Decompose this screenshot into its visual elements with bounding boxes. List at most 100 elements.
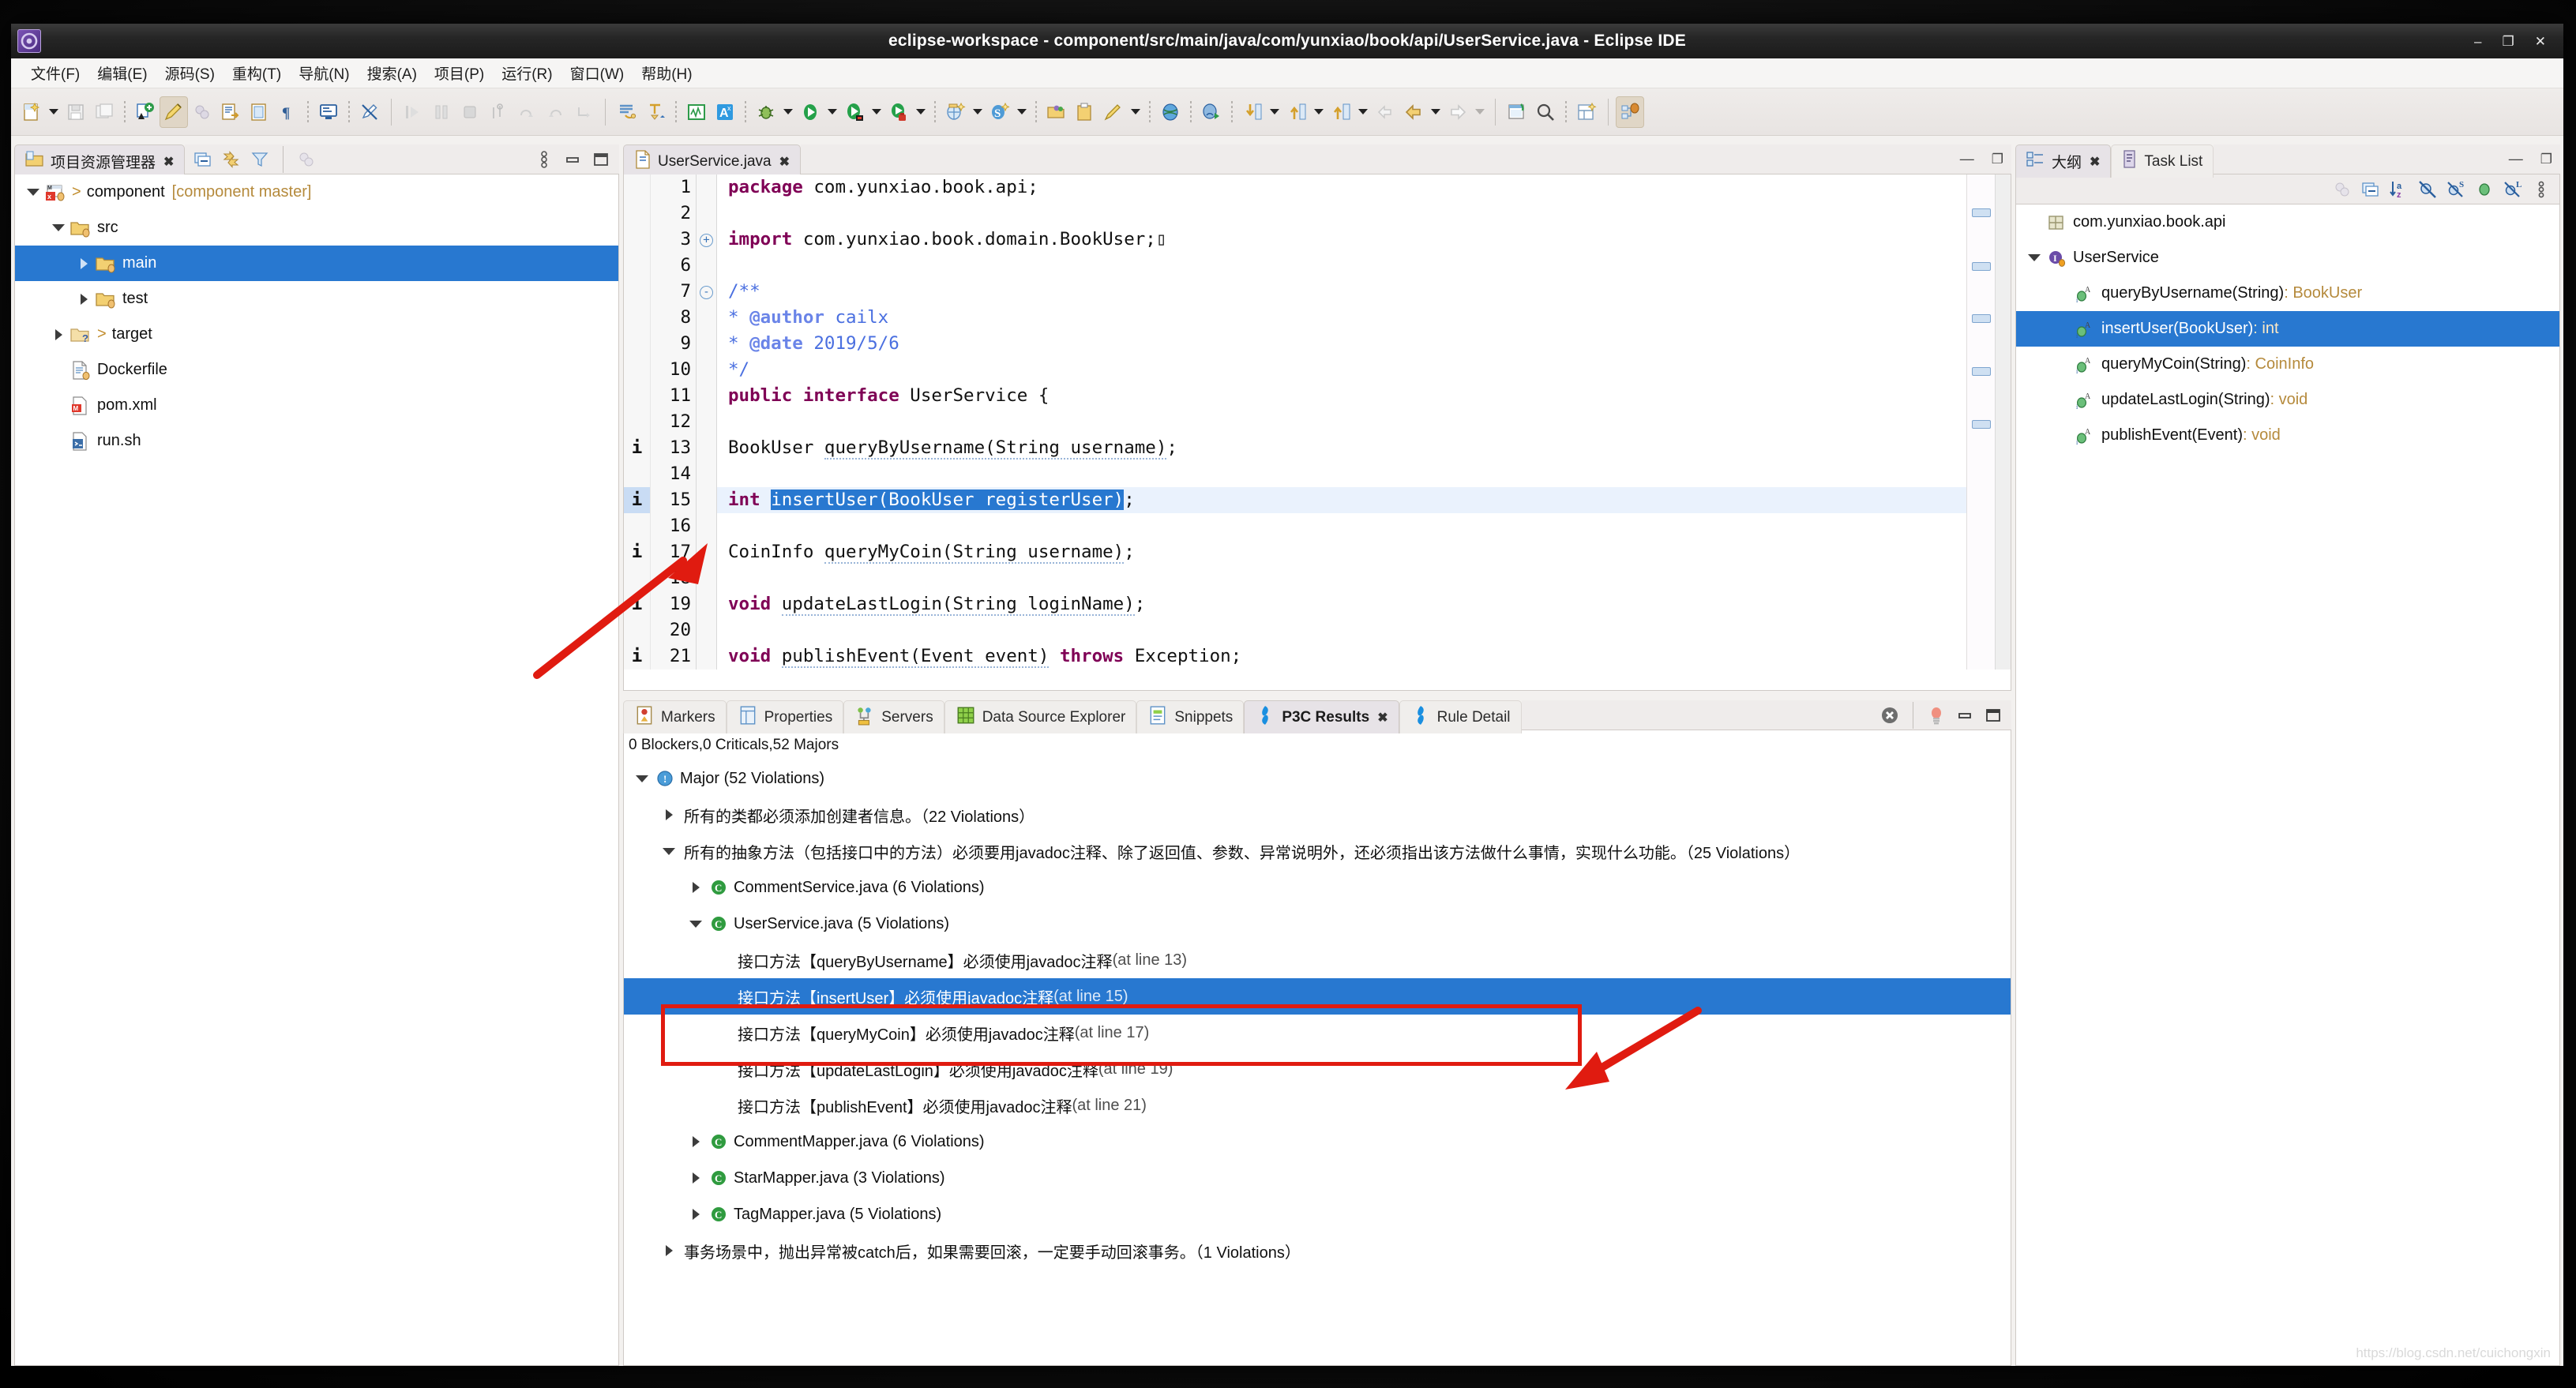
code-line[interactable] bbox=[717, 409, 1966, 435]
show-whitespace-icon[interactable]: ¶ bbox=[273, 96, 302, 128]
outline-item[interactable]: I UserService bbox=[2016, 240, 2559, 276]
next-annotation-icon[interactable] bbox=[613, 96, 641, 128]
hide-static-icon[interactable]: S bbox=[2443, 177, 2469, 202]
code-line[interactable] bbox=[717, 253, 1966, 279]
maximize-view-icon[interactable] bbox=[1981, 703, 2006, 728]
tab-outline[interactable]: 大纲 ✖ bbox=[2015, 144, 2112, 178]
close-icon[interactable]: ✖ bbox=[2090, 154, 2100, 170]
explorer-tree-item[interactable]: ? > target bbox=[15, 317, 618, 352]
outline-item[interactable]: Ai queryMyCoin(String) : CoinInfo bbox=[2016, 347, 2559, 382]
violation-tree-item[interactable]: C StarMapper.java (3 Violations) bbox=[624, 1160, 2011, 1196]
run-external-tools-icon[interactable] bbox=[884, 96, 913, 128]
debug-icon[interactable] bbox=[752, 96, 780, 128]
debug-dropdown-icon[interactable] bbox=[780, 96, 796, 128]
tab-servers[interactable]: Servers bbox=[843, 700, 944, 733]
new-wizard-icon[interactable] bbox=[17, 96, 46, 128]
violation-tree-item[interactable]: 接口方法【updateLastLogin】必须使用javadoc注释 (at l… bbox=[624, 1051, 2011, 1087]
view-menu-icon[interactable] bbox=[2529, 177, 2554, 202]
outline-item[interactable]: Ai queryByUsername(String) : BookUser bbox=[2016, 276, 2559, 311]
restore-button[interactable]: ❐ bbox=[2503, 35, 2514, 48]
violation-tree-item[interactable]: 所有的抽象方法（包括接口中的方法）必须要用javadoc注释、除了返回值、参数、… bbox=[624, 833, 2011, 869]
upload-icon[interactable] bbox=[1327, 96, 1355, 128]
javadoc-marker-icon[interactable]: i bbox=[624, 487, 650, 513]
outline-item[interactable]: Ai updateLastLogin(String) : void bbox=[2016, 382, 2559, 418]
violation-tree-item[interactable]: 接口方法【queryMyCoin】必须使用javadoc注释 (at line … bbox=[624, 1015, 2011, 1051]
fold-toggle-icon[interactable]: - bbox=[697, 279, 716, 305]
explorer-tree-item[interactable]: x M > component [component master] bbox=[15, 174, 618, 210]
run-coverage-icon[interactable] bbox=[840, 96, 869, 128]
back-icon[interactable] bbox=[1399, 96, 1428, 128]
expand-twisty-icon[interactable] bbox=[73, 253, 94, 274]
code-line[interactable] bbox=[717, 565, 1966, 591]
view-menu-icon[interactable] bbox=[531, 147, 557, 172]
new-spring-element-icon[interactable]: S bbox=[986, 96, 1014, 128]
violation-tree-item[interactable]: 接口方法【publishEvent】必须使用javadoc注释 (at line… bbox=[624, 1087, 2011, 1124]
expand-twisty-icon[interactable] bbox=[73, 289, 94, 309]
code-line[interactable] bbox=[717, 513, 1966, 539]
menu-window[interactable]: 窗口(W) bbox=[561, 59, 633, 87]
expand-twisty-icon[interactable] bbox=[684, 1136, 708, 1147]
tab-markers[interactable]: Markers bbox=[623, 700, 727, 733]
code-line[interactable]: /** bbox=[717, 279, 1966, 305]
quick-fix-icon[interactable] bbox=[1924, 703, 1949, 728]
open-resource-icon[interactable] bbox=[1042, 96, 1071, 128]
new-spring-dropdown-icon[interactable] bbox=[1014, 96, 1030, 128]
no-edit-icon[interactable] bbox=[355, 96, 384, 128]
expand-twisty-icon[interactable] bbox=[657, 809, 681, 820]
close-icon[interactable]: ✖ bbox=[779, 154, 790, 170]
expand-twisty-icon[interactable] bbox=[684, 882, 708, 893]
code-line[interactable]: * @date 2019/5/6 bbox=[717, 331, 1966, 357]
collapse-twisty-icon[interactable] bbox=[23, 182, 43, 203]
outline-item[interactable]: Ai insertUser(BookUser) : int bbox=[2016, 311, 2559, 347]
hide-non-public-icon[interactable] bbox=[2415, 177, 2440, 202]
hide-fields-icon[interactable] bbox=[2472, 177, 2497, 202]
violation-tree-item[interactable]: 接口方法【insertUser】必须使用javadoc注释 (at line 1… bbox=[624, 978, 2011, 1015]
editor-marker-gutter[interactable]: iiiii bbox=[624, 174, 651, 670]
collapse-twisty-icon[interactable] bbox=[48, 218, 69, 238]
menu-source[interactable]: 源码(S) bbox=[156, 59, 223, 87]
link-with-editor-icon[interactable] bbox=[219, 147, 244, 172]
run-external-dropdown-icon[interactable] bbox=[913, 96, 929, 128]
new-window-icon[interactable] bbox=[1503, 96, 1531, 128]
editor-vertical-scrollbar[interactable] bbox=[1995, 174, 2011, 670]
outline-item[interactable]: Ai publishEvent(Event) : void bbox=[2016, 418, 2559, 453]
tab-project-explorer[interactable]: 项目资源管理器 ✖ bbox=[14, 144, 186, 178]
violation-tree-item[interactable]: C UserService.java (5 Violations) bbox=[624, 906, 2011, 942]
close-button[interactable]: ✕ bbox=[2535, 35, 2546, 48]
collapse-twisty-icon[interactable] bbox=[630, 775, 654, 782]
explorer-tree-item[interactable]: src bbox=[15, 210, 618, 246]
run-coverage-dropdown-icon[interactable] bbox=[869, 96, 884, 128]
tab-userservice-java[interactable]: UserService.java ✖ bbox=[623, 144, 802, 178]
collapse-twisty-icon[interactable] bbox=[684, 921, 708, 928]
explorer-tree-item[interactable]: test bbox=[15, 281, 618, 317]
javadoc-marker-icon[interactable]: i bbox=[624, 591, 650, 617]
fold-toggle-icon[interactable]: + bbox=[697, 227, 716, 253]
menu-navigate[interactable]: 导航(N) bbox=[290, 59, 358, 87]
tab-properties[interactable]: Properties bbox=[726, 700, 844, 733]
open-type-icon[interactable] bbox=[216, 96, 245, 128]
editor-folding-gutter[interactable]: + - bbox=[697, 174, 717, 670]
toggle-markoccurrences-icon[interactable] bbox=[160, 96, 188, 128]
maximize-editor-icon[interactable]: ❐ bbox=[1992, 152, 2003, 167]
run-icon[interactable] bbox=[796, 96, 824, 128]
expand-twisty-icon[interactable] bbox=[48, 324, 69, 345]
code-line[interactable] bbox=[717, 617, 1966, 643]
run-dropdown-icon[interactable] bbox=[824, 96, 840, 128]
collapse-twisty-icon[interactable] bbox=[657, 848, 681, 855]
p3c-violations-tree[interactable]: ! Major (52 Violations) 所有的类都必须添加创建者信息。（22… bbox=[623, 760, 2011, 1366]
new-java-project-dropdown-icon[interactable] bbox=[970, 96, 986, 128]
maximize-view-icon[interactable]: ❐ bbox=[2540, 152, 2552, 167]
code-line[interactable]: public interface UserService { bbox=[717, 383, 1966, 409]
outline-tree[interactable]: com.yunxiao.book.api I UserService Ai queryB… bbox=[2015, 204, 2560, 1366]
minimize-view-icon[interactable] bbox=[560, 147, 585, 172]
overview-marker[interactable] bbox=[1972, 314, 1991, 323]
minimize-editor-icon[interactable]: — bbox=[1960, 151, 1974, 167]
code-line[interactable]: void publishEvent(Event event) throws Ex… bbox=[717, 643, 1966, 670]
violation-tree-item[interactable]: C CommentService.java (6 Violations) bbox=[624, 869, 2011, 906]
violation-tree-item[interactable]: 所有的类都必须添加创建者信息。（22 Violations） bbox=[624, 797, 2011, 833]
overview-marker[interactable] bbox=[1972, 367, 1991, 376]
minimize-view-icon[interactable] bbox=[1952, 703, 1977, 728]
search-icon[interactable] bbox=[1531, 96, 1560, 128]
maximize-view-icon[interactable] bbox=[588, 147, 614, 172]
new-java-project-icon[interactable] bbox=[941, 96, 970, 128]
